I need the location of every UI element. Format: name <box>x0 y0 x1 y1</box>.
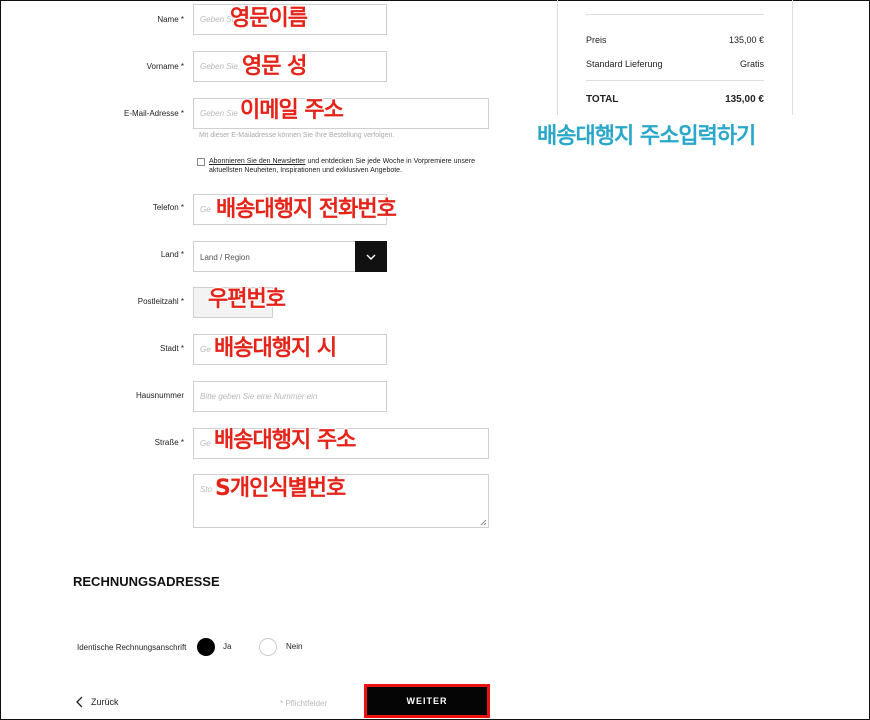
back-link[interactable]: Zurück <box>75 696 119 708</box>
preis-value: 135,00 € <box>728 35 764 45</box>
weiter-label: WEITER <box>406 696 448 706</box>
annotation-summary: 배송대행지 주소입력하기 <box>537 124 756 149</box>
postleitzahl-label: Postleitzahl * <box>137 297 184 306</box>
radio-nein-label: Nein <box>286 642 303 651</box>
land-select[interactable]: Land / Region <box>193 241 387 272</box>
email-placeholder: Geben Sie <box>200 109 238 118</box>
identical-billing-label: Identische Rechnungsanschrift <box>77 643 187 652</box>
total-value: 135,00 € <box>725 94 764 105</box>
required-note: * Pflichtfelder <box>280 699 328 708</box>
hausnummer-placeholder: Bitte geben Sie eine Nummer ein <box>200 392 318 401</box>
radio-ja-label: Ja <box>223 642 232 651</box>
back-label: Zurück <box>91 697 119 707</box>
strasse-label: Straße * <box>154 438 184 447</box>
resize-handle-icon[interactable] <box>480 519 487 526</box>
summary-divider <box>586 80 764 81</box>
summary-row-preis: Preis 135,00 € <box>586 35 764 45</box>
weiter-button[interactable]: WEITER <box>364 684 490 718</box>
total-label: TOTAL <box>586 94 619 105</box>
annotation-zusatz: S개인식별번호 <box>215 476 346 501</box>
annotation-postleitzahl: 우편번호 <box>208 287 286 312</box>
chevron-left-icon <box>76 696 83 708</box>
order-summary: Preis 135,00 € Standard Lieferung Gratis… <box>557 0 793 115</box>
vorname-placeholder: Geben Sie <box>200 62 238 71</box>
newsletter-checkbox[interactable] <box>197 158 205 166</box>
land-value: Land / Region <box>200 253 250 262</box>
summary-row-total: TOTAL 135,00 € <box>586 94 764 105</box>
chevron-down-icon <box>366 254 376 260</box>
newsletter-link[interactable]: Abonnieren Sie den Newsletter <box>209 158 306 165</box>
stadt-placeholder: Ge <box>200 345 211 354</box>
annotation-email: 이메일 주소 <box>240 98 344 123</box>
hausnummer-input[interactable]: Bitte geben Sie eine Nummer ein <box>193 381 387 412</box>
name-label: Name * <box>157 15 184 24</box>
lieferung-value: Gratis <box>739 59 764 69</box>
radio-nein[interactable] <box>259 638 277 656</box>
newsletter-text: Abonnieren Sie den Newsletter und entdec… <box>209 157 499 175</box>
annotation-telefon: 배송대행지 전화번호 <box>216 197 397 222</box>
strasse-placeholder: Ge <box>200 439 211 448</box>
radio-ja[interactable] <box>197 638 215 656</box>
telefon-placeholder: Ge <box>200 205 211 214</box>
billing-heading: RECHNUNGSADRESSE <box>73 574 220 589</box>
summary-divider-top <box>586 14 764 15</box>
annotation-stadt: 배송대행지 시 <box>214 336 337 361</box>
preis-label: Preis <box>586 35 607 45</box>
annotation-name: 영문이름 <box>230 6 308 31</box>
lieferung-label: Standard Lieferung <box>586 59 663 69</box>
summary-row-lieferung: Standard Lieferung Gratis <box>586 59 764 69</box>
land-label: Land * <box>160 250 184 259</box>
email-label: E-Mail-Adresse * <box>123 109 184 118</box>
land-dropdown-button[interactable] <box>355 241 387 272</box>
annotation-strasse: 배송대행지 주소 <box>214 428 356 453</box>
zusatz-placeholder: Sto <box>200 485 213 494</box>
annotation-vorname: 영문 성 <box>242 54 307 79</box>
hausnummer-label: Hausnummer <box>135 391 184 400</box>
stadt-label: Stadt * <box>159 344 184 353</box>
telefon-label: Telefon * <box>152 203 184 212</box>
email-hint: Mit dieser E-Mailadresse können Sie Ihre… <box>199 132 395 139</box>
vorname-label: Vorname * <box>146 62 184 71</box>
